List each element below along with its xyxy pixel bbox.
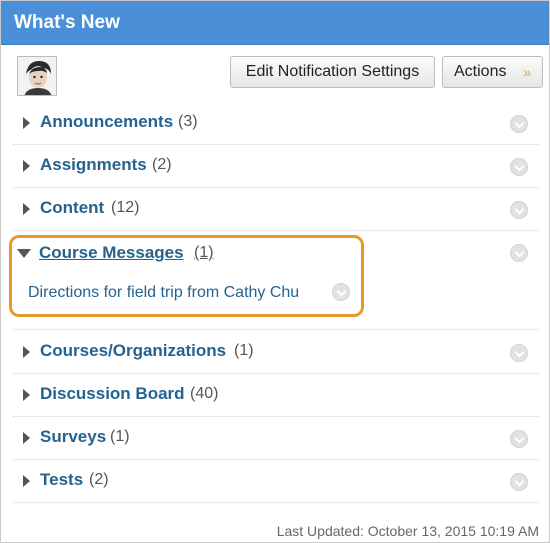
section-count: (2): [152, 156, 172, 173]
section-menu-icon[interactable]: [510, 430, 528, 448]
section-label[interactable]: Content: [40, 198, 104, 218]
toolbar: Edit Notification Settings Actions »: [1, 45, 549, 103]
section-menu-icon[interactable]: [510, 201, 528, 219]
section-course-messages-label[interactable]: Course Messages: [39, 243, 184, 263]
section-discussion-board[interactable]: Discussion Board (40): [13, 374, 539, 417]
expand-triangle-icon[interactable]: [23, 475, 30, 487]
section-count: (1): [234, 342, 254, 359]
expand-triangle-icon[interactable]: [23, 160, 30, 172]
expand-triangle-icon[interactable]: [23, 432, 30, 444]
expand-triangle-icon[interactable]: [23, 117, 30, 129]
expand-triangle-icon[interactable]: [23, 203, 30, 215]
section-label[interactable]: Surveys: [40, 427, 106, 447]
user-avatar-icon: [18, 57, 56, 95]
double-chevron-down-icon: »: [523, 64, 531, 80]
section-menu-icon[interactable]: [510, 115, 528, 133]
last-updated: Last Updated: October 13, 2015 10:19 AM: [276, 523, 539, 539]
section-count: (12): [111, 199, 140, 216]
section-label[interactable]: Tests: [40, 470, 83, 490]
section-count: (3): [178, 113, 198, 130]
whats-new-panel: What's New Edit Notification Settings Ac…: [0, 0, 550, 543]
expand-triangle-icon[interactable]: [23, 389, 30, 401]
collapse-triangle-icon[interactable]: [17, 249, 31, 258]
actions-label: Actions: [454, 63, 507, 80]
expand-triangle-icon[interactable]: [23, 346, 30, 358]
section-content[interactable]: Content (12): [13, 188, 539, 231]
section-menu-icon[interactable]: [510, 244, 528, 262]
edit-notification-settings-button[interactable]: Edit Notification Settings: [230, 56, 435, 88]
divider: [13, 329, 539, 330]
section-surveys[interactable]: Surveys (1): [13, 417, 539, 460]
section-count: (40): [190, 385, 219, 402]
section-menu-icon[interactable]: [510, 473, 528, 491]
section-assignments[interactable]: Assignments (2): [13, 145, 539, 188]
section-courses-organizations[interactable]: Courses/Organizations (1): [13, 331, 539, 374]
section-label[interactable]: Announcements: [40, 112, 173, 132]
section-count[interactable]: (1): [194, 244, 214, 262]
section-label[interactable]: Courses/Organizations: [40, 341, 226, 361]
section-menu-icon[interactable]: [510, 158, 528, 176]
course-message-item[interactable]: Directions for field trip from Cathy Chu: [28, 284, 299, 302]
section-label[interactable]: Discussion Board: [40, 384, 185, 404]
panel-title: What's New: [1, 1, 549, 45]
section-count: (2): [89, 471, 109, 488]
item-menu-icon[interactable]: [332, 283, 350, 301]
section-announcements[interactable]: Announcements (3): [13, 102, 539, 145]
actions-button[interactable]: Actions »: [442, 56, 543, 88]
avatar: [17, 56, 57, 96]
section-label[interactable]: Assignments: [40, 155, 147, 175]
section-count: (1): [110, 428, 130, 445]
section-menu-icon[interactable]: [510, 344, 528, 362]
section-tests[interactable]: Tests (2): [13, 460, 539, 503]
